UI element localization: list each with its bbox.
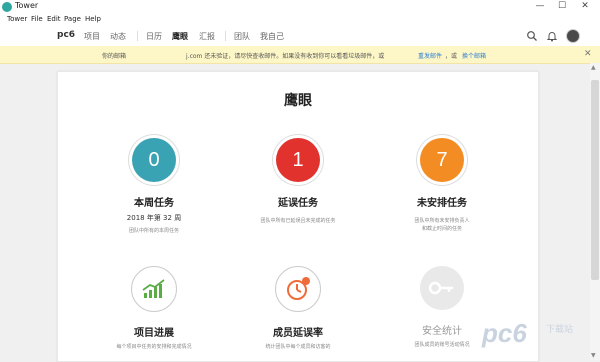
nav-divider	[225, 31, 226, 41]
email-verify-notice: 你的邮箱 j.com 还未验证，请尽快查收邮件。如果没有收到你可以看看垃圾邮件，…	[0, 46, 600, 64]
clock-alert-icon	[275, 266, 321, 312]
window-title: Tower	[15, 1, 39, 10]
nav-activity[interactable]: 动态	[110, 31, 126, 42]
pc6-watermark: pc6 下载站	[482, 316, 594, 356]
tile-title: 项目进展	[134, 328, 174, 339]
menu-edit[interactable]: Edit	[47, 15, 61, 23]
tile-title: 未安排任务	[417, 198, 467, 209]
app-icon	[2, 2, 12, 12]
resend-email-link[interactable]: 重发邮件	[418, 51, 442, 60]
nav-projects[interactable]: 项目	[84, 31, 100, 42]
scroll-up-icon[interactable]: ▲	[591, 64, 596, 71]
tile-description: 团队中所有已延误且未完成的任务	[260, 218, 336, 224]
nav-reports[interactable]: 汇报	[199, 31, 215, 42]
team-brand[interactable]: pc6	[57, 30, 75, 40]
watermark-logo: pc6	[482, 318, 527, 348]
tile-this-week[interactable]: 0 本周任务 2018 年第 32 周 团队中所有的本周任务	[89, 138, 219, 235]
unscheduled-count: 7	[420, 138, 464, 182]
tile-description: 团队中所有未安排负责人 和截止时间的任务	[414, 218, 470, 232]
watermark-text: 下载站	[546, 325, 574, 335]
notice-text-left: 你的邮箱	[102, 53, 127, 60]
tile-description: 团队中所有的本周任务	[128, 228, 179, 234]
avatar[interactable]	[566, 29, 580, 43]
change-email-link[interactable]: 换个邮箱	[462, 51, 486, 60]
tile-title: 延误任务	[278, 198, 318, 209]
notice-close-icon[interactable]: ✕	[584, 49, 592, 59]
tile-description: 统计团队中每个成员和访客的	[265, 344, 331, 350]
tile-unscheduled[interactable]: 7 未安排任务 团队中所有未安排负责人 和截止时间的任务	[377, 138, 507, 233]
tile-overdue[interactable]: 1 延误任务 团队中所有已延误且未完成的任务	[233, 138, 363, 225]
overdue-count: 1	[276, 138, 320, 182]
maximize-button[interactable]: ☐	[552, 0, 572, 13]
bell-icon[interactable]	[546, 30, 558, 42]
nav-team[interactable]: 团队	[234, 31, 250, 42]
notice-or: ，或	[445, 53, 458, 60]
progress-chart-icon	[131, 266, 177, 312]
close-button[interactable]: ✕	[575, 0, 595, 13]
nav-divider	[137, 31, 138, 41]
app-nav: pc6 项目 动态 日历 鹰眼 汇报 团队 我自己	[0, 26, 600, 47]
tile-title: 成员延误率	[273, 328, 323, 339]
menu-tower[interactable]: Tower	[7, 15, 27, 23]
menu-help[interactable]: Help	[85, 15, 101, 23]
nav-eagle-eye[interactable]: 鹰眼	[172, 31, 188, 42]
tile-member-delay-rate[interactable]: 成员延误率 统计团队中每个成员和访客的	[233, 266, 363, 351]
tile-project-progress[interactable]: 项目进展 每个项目中任务的安排和完成情况	[89, 266, 219, 351]
this-week-count: 0	[132, 138, 176, 182]
notice-text: j.com 还未验证，请尽快查收邮件。如果没有收到你可以看看垃圾邮件，或	[186, 53, 385, 60]
eagle-eye-card: 鹰眼 0 本周任务 2018 年第 32 周 团队中所有的本周任务 1 延误任务…	[57, 71, 539, 362]
nav-me[interactable]: 我自己	[260, 31, 284, 42]
nav-calendar[interactable]: 日历	[146, 31, 162, 42]
window-titlebar: Tower — ☐ ✕	[0, 0, 600, 15]
tile-title: 本周任务	[134, 198, 174, 209]
scrollbar-thumb[interactable]	[591, 80, 599, 280]
tile-description: 每个项目中任务的安排和完成情况	[116, 344, 192, 350]
minimize-button[interactable]: —	[530, 0, 550, 13]
menu-page[interactable]: Page	[64, 15, 81, 23]
key-icon	[420, 266, 464, 310]
page-title: 鹰眼	[284, 93, 312, 109]
tile-subtitle: 2018 年第 32 周	[126, 214, 182, 222]
search-icon[interactable]	[526, 30, 538, 42]
menu-file[interactable]: File	[31, 15, 43, 23]
